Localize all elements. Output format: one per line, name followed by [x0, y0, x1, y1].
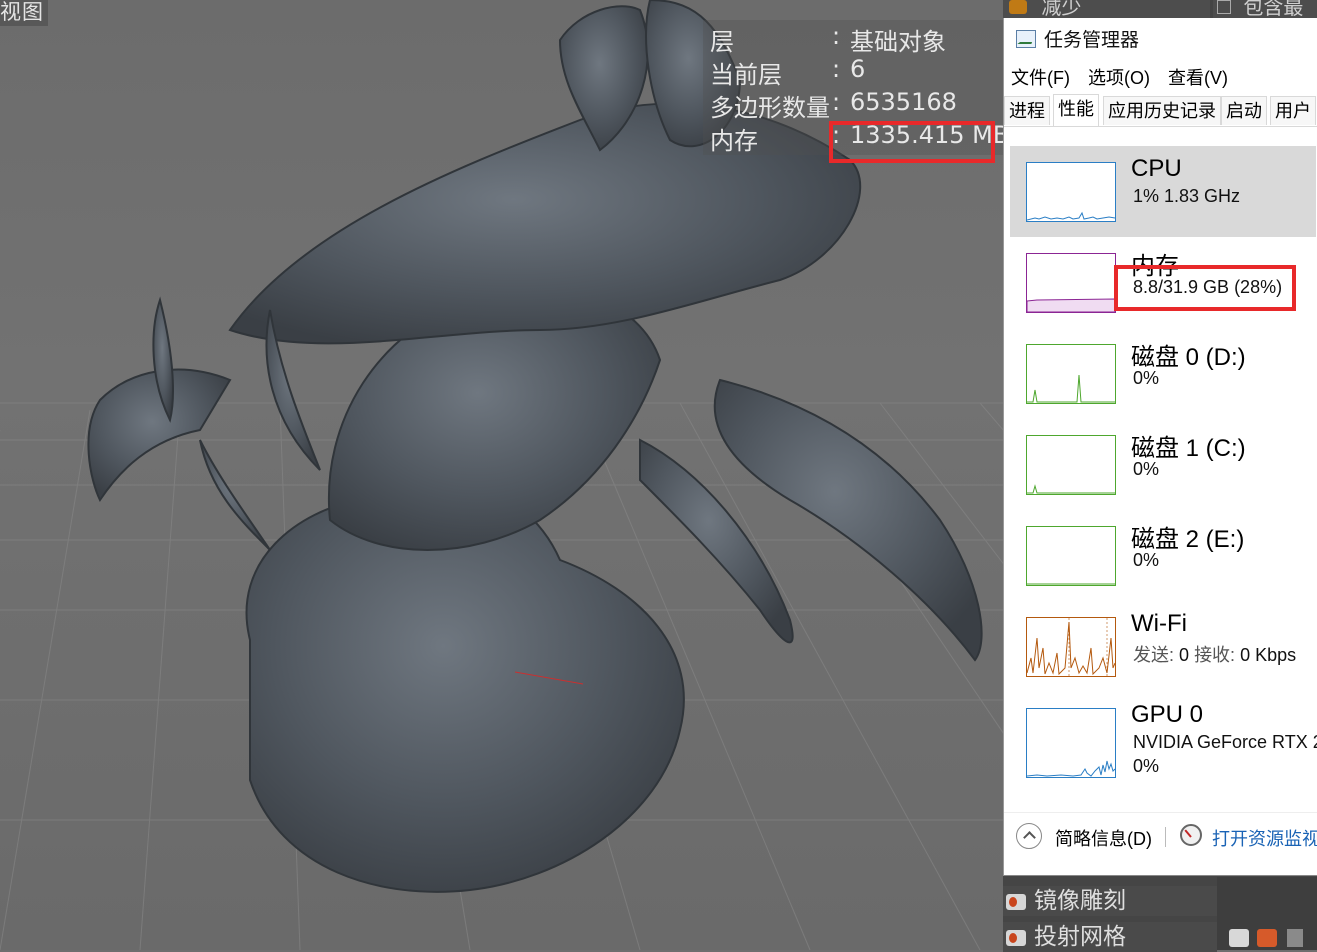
mirror-sculpt-label: 镜像雕刻	[1034, 888, 1126, 914]
hud-value: 6535168	[850, 88, 957, 116]
resource-stat: 0%	[1133, 756, 1160, 776]
tab-bar: 进程 性能 应用历史记录 启动 用户	[1004, 94, 1317, 127]
resource-name: 磁盘 1 (C:)	[1131, 435, 1246, 462]
tool-icons-panel	[1217, 877, 1317, 950]
menu-bar: 文件(F) 选项(O) 查看(V)	[1011, 64, 1241, 90]
task-manager-icon	[1016, 30, 1036, 48]
mirror-sculpt-icon	[1006, 894, 1026, 910]
resource-item-wifi[interactable]: Wi-Fi 发送: 0 接收: 0 Kbps	[1010, 601, 1316, 692]
mirror-sculpt-item[interactable]: 镜像雕刻	[1003, 886, 1217, 916]
memory-graph	[1026, 253, 1116, 313]
menu-file[interactable]: 文件(F)	[1011, 68, 1070, 88]
tab-performance[interactable]: 性能	[1053, 94, 1099, 126]
resource-item-cpu[interactable]: CPU 1% 1.83 GHz	[1010, 146, 1316, 237]
resource-stat: 0%	[1133, 550, 1160, 570]
disk-2-graph	[1026, 526, 1116, 586]
disk-1-graph	[1026, 435, 1116, 495]
project-mesh-item[interactable]: 投射网格	[1003, 922, 1217, 952]
resource-item-disk-2[interactable]: 磁盘 2 (E:) 0%	[1010, 510, 1316, 601]
tool-icon[interactable]	[1257, 929, 1277, 947]
hud-separator: :	[832, 88, 841, 116]
footer-divider	[1165, 827, 1166, 847]
wifi-send-label: 发送:	[1133, 645, 1175, 665]
hud-key: 多边形数量	[710, 94, 830, 122]
resource-name: CPU	[1131, 155, 1182, 182]
highlight-box-memory-usage	[1114, 265, 1296, 311]
3d-viewport[interactable]: 视图 层 : 基础对象 当前层 : 6 多边形数量 : 6535168 内存 :…	[0, 0, 1003, 950]
resource-item-gpu-0[interactable]: GPU 0 NVIDIA GeForce RTX 2 0%	[1010, 692, 1317, 792]
hud-separator: :	[832, 55, 841, 83]
cpu-graph	[1026, 162, 1116, 222]
resource-stat: 0%	[1133, 368, 1160, 388]
window-title-text: 任务管理器	[1044, 30, 1140, 51]
resource-item-disk-1[interactable]: 磁盘 1 (C:) 0%	[1010, 419, 1316, 510]
tab-users[interactable]: 用户	[1270, 96, 1316, 125]
chevron-up-icon[interactable]	[1016, 823, 1042, 849]
reduce-label: 减少	[1041, 0, 1082, 18]
reduce-tool-strip[interactable]: 减少	[1003, 0, 1210, 18]
wifi-recv-label: 接收:	[1194, 645, 1236, 665]
tool-icon[interactable]	[1229, 929, 1249, 947]
menu-view[interactable]: 查看(V)	[1168, 68, 1228, 88]
viewport-title: 视图	[0, 0, 48, 26]
window-title: 任务管理器	[1016, 25, 1139, 52]
hud-key: 当前层	[710, 61, 782, 89]
hud-key: 层	[710, 28, 734, 56]
reduce-icon	[1009, 0, 1027, 14]
disk-0-graph	[1026, 344, 1116, 404]
gpu-graph	[1026, 708, 1116, 778]
resource-stat: 0%	[1133, 459, 1160, 479]
resource-subtitle: NVIDIA GeForce RTX 2	[1133, 732, 1317, 752]
trash-icon[interactable]	[1287, 929, 1303, 947]
resource-stat: 发送: 0 接收: 0 Kbps	[1133, 641, 1296, 667]
highlight-box-viewport-memory	[829, 121, 995, 163]
resource-item-disk-0[interactable]: 磁盘 0 (D:) 0%	[1010, 328, 1316, 419]
tab-processes[interactable]: 进程	[1004, 96, 1050, 125]
tab-startup[interactable]: 启动	[1221, 96, 1267, 125]
hud-key: 内存	[710, 127, 758, 155]
resource-name: Wi-Fi	[1131, 610, 1187, 637]
include-label: 包含最	[1243, 0, 1304, 18]
tab-app-history[interactable]: 应用历史记录	[1103, 96, 1221, 125]
wifi-recv-value: 0 Kbps	[1240, 645, 1297, 665]
hud-value: 6	[850, 55, 866, 83]
project-mesh-icon	[1006, 930, 1026, 946]
wifi-graph	[1026, 617, 1116, 677]
open-resource-monitor-link[interactable]: 打开资源监视	[1212, 825, 1317, 851]
resource-monitor-icon	[1180, 824, 1202, 846]
task-manager-footer: 简略信息(D) 打开资源监视	[1004, 812, 1317, 863]
include-option-strip[interactable]: 包含最	[1213, 0, 1317, 18]
task-manager-window[interactable]: 任务管理器 文件(F) 选项(O) 查看(V) 进程 性能 应用历史记录 启动 …	[1003, 18, 1317, 876]
menu-options[interactable]: 选项(O)	[1088, 68, 1150, 88]
project-mesh-label: 投射网格	[1034, 924, 1126, 950]
resource-name: 磁盘 2 (E:)	[1131, 526, 1245, 553]
resource-name: GPU 0	[1131, 701, 1204, 728]
resource-name: 磁盘 0 (D:)	[1131, 344, 1246, 371]
hud-separator: :	[832, 22, 841, 50]
resource-stat: 1% 1.83 GHz	[1133, 186, 1241, 206]
wifi-send-value: 0	[1179, 645, 1190, 665]
fewer-details-button[interactable]: 简略信息(D)	[1055, 825, 1152, 851]
hud-value: 基础对象	[850, 28, 946, 56]
checkbox-icon[interactable]	[1217, 0, 1231, 14]
